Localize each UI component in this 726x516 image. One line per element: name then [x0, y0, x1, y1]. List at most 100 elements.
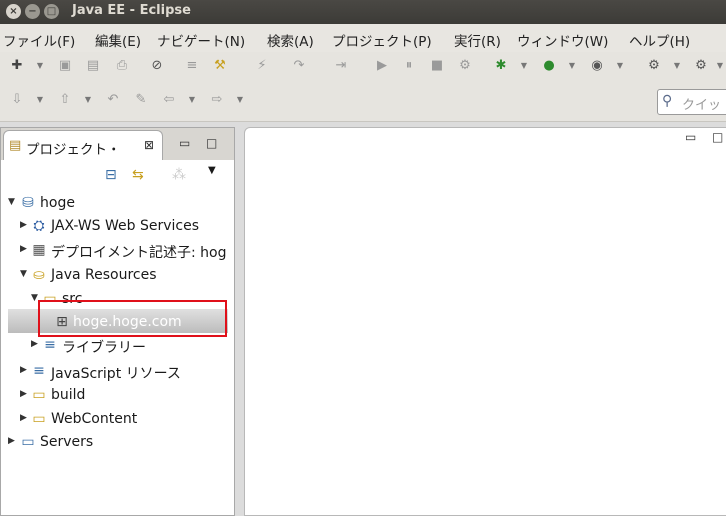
view-menu-icon[interactable]: ▼	[208, 165, 216, 176]
expand-twisty-icon[interactable]: ▶	[20, 389, 30, 399]
menu-navigate[interactable]: ナビゲート(N)	[157, 30, 245, 50]
tree-item-libraries[interactable]: ▶ ≡ ライブラリー	[0, 335, 230, 357]
connect-icon[interactable]: ⚡	[253, 58, 271, 74]
java-resources-icon: ⛀	[33, 267, 45, 283]
save-icon[interactable]: ▣	[56, 58, 74, 74]
expand-twisty-icon[interactable]: ▶	[20, 244, 30, 254]
annotation-next-icon[interactable]: ⇩	[8, 92, 26, 108]
disconnect-icon[interactable]: ⚙	[456, 58, 474, 74]
servers-folder-icon: ▭	[21, 434, 35, 450]
suspend-icon[interactable]: ⏸	[400, 58, 418, 74]
tree-item-jaxws[interactable]: ▶ ⛭ JAX-WS Web Services	[0, 216, 230, 238]
menu-edit[interactable]: 編集(E)	[95, 30, 141, 50]
forward-icon[interactable]: ⇨	[208, 92, 226, 108]
editor-area	[244, 127, 726, 516]
deployment-descriptor-icon: ▦	[32, 242, 46, 258]
title-bar: × − □ Java EE - Eclipse	[0, 0, 726, 24]
tree-item-servers[interactable]: ▶ ▭ Servers	[0, 432, 230, 454]
save-all-icon[interactable]: ▤	[84, 58, 102, 74]
back-icon[interactable]: ⇦	[160, 92, 178, 108]
tree-item-java-resources[interactable]: ▼ ⛀ Java Resources	[0, 265, 230, 287]
expand-twisty-icon[interactable]: ▶	[20, 365, 30, 375]
window-close-button[interactable]: ×	[6, 4, 21, 19]
debug-icon[interactable]: ✱	[492, 58, 510, 74]
external-tools-icon[interactable]: ⚙	[645, 58, 663, 74]
coverage-dropdown-icon[interactable]: ▼	[616, 58, 624, 74]
close-icon[interactable]: ⊠	[144, 138, 154, 152]
folder-icon: ▭	[32, 387, 46, 403]
expand-twisty-icon[interactable]: ▶	[8, 436, 18, 446]
tree-item-build[interactable]: ▶ ▭ build	[0, 385, 230, 407]
view-toolbar: ⊟ ⇆ ⁂ ▼	[1, 161, 234, 189]
collapse-twisty-icon[interactable]: ▼	[20, 269, 30, 279]
back-dropdown-icon[interactable]: ▼	[188, 92, 196, 108]
resume-icon[interactable]: ▶	[373, 58, 391, 74]
window-title: Java EE - Eclipse	[72, 3, 191, 18]
menu-help[interactable]: ヘルプ(H)	[629, 30, 690, 50]
tree-item-javascript-resources[interactable]: ▶ ≡ JavaScript リソース	[0, 361, 230, 383]
build-icon[interactable]: ≡	[183, 58, 201, 74]
print-icon[interactable]: ⎙	[113, 58, 131, 74]
last-edit-icon[interactable]: ↶	[104, 92, 122, 108]
main-toolbar: ✚ ▼ ▣ ▤ ⎙ ⊘ ≡ ⚒ ⚡ ↷ ⇥ ▶ ⏸ ■ ⚙ ✱ ▼ ● ▼ ◉ …	[0, 52, 726, 122]
tree-item-label: Servers	[40, 434, 94, 450]
dynamic-web-project-icon: ⛁	[22, 195, 34, 211]
project-explorer-icon: ▤	[9, 138, 22, 153]
menu-file[interactable]: ファイル(F)	[3, 30, 75, 50]
menu-project[interactable]: プロジェクト(P)	[332, 30, 432, 50]
expand-twisty-icon[interactable]: ▶	[20, 220, 30, 230]
search-placeholder: クイッ	[682, 98, 722, 113]
server-dropdown-icon[interactable]: ▼	[716, 58, 724, 74]
expand-twisty-icon[interactable]: ▶	[20, 413, 30, 423]
annotation-prev-icon[interactable]: ⇧	[56, 92, 74, 108]
libraries-icon: ≡	[44, 337, 56, 353]
external-tools-dropdown-icon[interactable]: ▼	[673, 58, 681, 74]
new-dropdown-icon[interactable]: ▼	[36, 58, 44, 74]
menu-run[interactable]: 実行(R)	[454, 30, 501, 50]
link-with-editor-icon[interactable]: ⇆	[132, 167, 144, 183]
tab-project-explorer[interactable]: ▤ プロジェクト・ ⊠	[3, 130, 163, 160]
step-into-icon[interactable]: ↷	[290, 58, 308, 74]
annotation-next-dropdown-icon[interactable]: ▼	[36, 92, 44, 108]
forward-dropdown-icon[interactable]: ▼	[236, 92, 244, 108]
minimize-icon[interactable]: ▭	[179, 136, 190, 150]
new-icon[interactable]: ✚	[8, 58, 26, 74]
quick-access-search[interactable]: ⚲ クイッ	[657, 89, 726, 115]
terminate-icon[interactable]: ■	[428, 58, 446, 74]
debug-dropdown-icon[interactable]: ▼	[520, 58, 528, 74]
tree-item-webcontent[interactable]: ▶ ▭ WebContent	[0, 409, 230, 431]
maximize-icon[interactable]: □	[206, 136, 217, 150]
tab-label: プロジェクト・	[26, 142, 121, 158]
server-icon[interactable]: ⚙	[692, 58, 710, 74]
menu-search[interactable]: 検索(A)	[267, 30, 314, 50]
tree-item-label: build	[51, 387, 86, 403]
collapse-twisty-icon[interactable]: ▼	[8, 197, 18, 207]
run-icon[interactable]: ●	[540, 58, 558, 74]
tree-item-label: Java Resources	[51, 267, 157, 283]
window-maximize-button[interactable]: □	[44, 4, 59, 19]
coverage-icon[interactable]: ◉	[588, 58, 606, 74]
step-over-icon[interactable]: ⇥	[332, 58, 350, 74]
panel-tab-row: ▤ プロジェクト・ ⊠ ▭ □	[1, 128, 234, 160]
filter-icon[interactable]: ⁂	[172, 167, 186, 183]
menu-bar: ファイル(F) 編集(E) ナビゲート(N) 検索(A) プロジェクト(P) 実…	[0, 24, 726, 52]
expand-twisty-icon[interactable]: ▶	[31, 339, 41, 349]
collapse-all-icon[interactable]: ⊟	[105, 167, 117, 183]
tree-item-label: デプロイメント記述子: hog	[51, 245, 227, 261]
highlight-annotation-box	[38, 300, 227, 337]
tree-item-hoge[interactable]: ▼ ⛁ hoge	[0, 193, 230, 215]
search-icon: ⚲	[662, 93, 673, 109]
tree-item-deployment-descriptor[interactable]: ▶ ▦ デプロイメント記述子: hog	[0, 240, 230, 262]
refactor-icon[interactable]: ⚒	[211, 58, 229, 74]
tree-item-label: JAX-WS Web Services	[51, 218, 200, 234]
menu-window[interactable]: ウィンドウ(W)	[517, 30, 608, 50]
annotation-prev-dropdown-icon[interactable]: ▼	[84, 92, 92, 108]
editor-minimize-icon[interactable]: ▭	[685, 130, 696, 144]
tree-item-label: WebContent	[51, 411, 138, 427]
tree-item-label: JavaScript リソース	[51, 366, 181, 382]
pin-icon[interactable]: ✎	[132, 92, 150, 108]
run-dropdown-icon[interactable]: ▼	[568, 58, 576, 74]
window-minimize-button[interactable]: −	[25, 4, 40, 19]
editor-maximize-icon[interactable]: □	[712, 130, 723, 144]
skip-breakpoints-icon[interactable]: ⊘	[148, 58, 166, 74]
